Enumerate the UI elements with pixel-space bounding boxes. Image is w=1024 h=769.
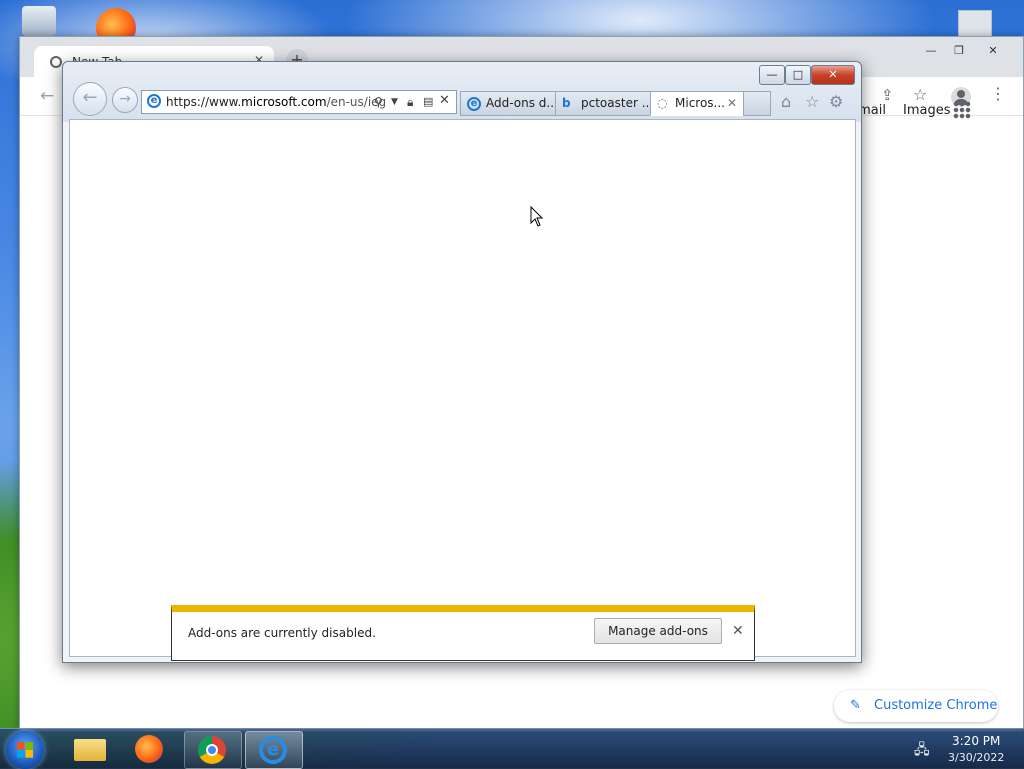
- ie-window: — □ ✕ ← → e https://www.microsoft.com/en…: [62, 61, 862, 663]
- network-icon[interactable]: 🖧︎: [914, 739, 930, 763]
- compatibility-view-icon[interactable]: ▤: [423, 95, 433, 108]
- folder-icon: [74, 739, 106, 761]
- images-link[interactable]: Images: [903, 103, 951, 118]
- notification-bar: Add-ons are currently disabled. Manage a…: [171, 605, 755, 661]
- stop-icon[interactable]: ✕: [439, 93, 450, 108]
- notification-close-icon[interactable]: ✕: [732, 623, 744, 639]
- profile-icon: [957, 90, 965, 98]
- chrome-close-button[interactable]: ✕: [982, 43, 1004, 59]
- home-icon[interactable]: ⌂: [781, 92, 791, 111]
- bookmark-star-icon[interactable]: ☆: [913, 85, 927, 104]
- search-icon[interactable]: ⚲: [374, 95, 383, 109]
- clock-date[interactable]: 3/30/2022: [948, 751, 1004, 764]
- customize-chrome-label: Customize Chrome: [874, 698, 998, 713]
- ie-forward-button[interactable]: →: [112, 87, 138, 113]
- ie-tab-close-icon[interactable]: ✕: [727, 92, 737, 115]
- address-url: https://www.microsoft.com/en-us/ieg: [166, 95, 386, 109]
- taskbar: e 🖧︎ 3:20 PM 3/30/2022: [0, 728, 1024, 769]
- ie-close-button[interactable]: ✕: [811, 65, 855, 85]
- bing-icon: b: [562, 96, 571, 110]
- loading-icon: ◌: [657, 96, 668, 110]
- ie-minimize-button[interactable]: —: [759, 65, 785, 85]
- taskbar-explorer[interactable]: [62, 731, 118, 767]
- dropdown-icon[interactable]: ▼: [391, 97, 398, 107]
- start-button[interactable]: [6, 731, 44, 769]
- chrome-icon: [198, 736, 226, 764]
- ie-tab-label: Add-ons d...: [486, 96, 556, 110]
- internet-explorer-icon: e: [259, 736, 287, 764]
- manage-addons-button[interactable]: Manage add-ons: [594, 618, 722, 644]
- address-scheme: https://www.: [166, 95, 242, 109]
- pencil-icon: ✎: [850, 698, 861, 713]
- notification-message: Add-ons are currently disabled.: [188, 626, 376, 640]
- ie-tab-label: Micros...: [675, 96, 725, 110]
- chrome-maximize-button[interactable]: ❐: [948, 43, 970, 59]
- ie-tab-label: pctoaster ...: [581, 96, 651, 110]
- ie-page-icon: e: [147, 94, 161, 108]
- chrome-tab-favicon: [50, 56, 62, 68]
- taskbar-internet-explorer[interactable]: e: [245, 731, 303, 769]
- ie-new-tab-button[interactable]: [743, 91, 771, 116]
- back-arrow-icon[interactable]: ←: [40, 86, 54, 106]
- address-domain: microsoft.com: [241, 95, 327, 109]
- firefox-icon: [135, 735, 163, 763]
- google-apps-icon[interactable]: [953, 101, 971, 119]
- ie-maximize-button[interactable]: □: [785, 65, 811, 85]
- share-icon[interactable]: ⇪: [881, 86, 894, 104]
- chrome-menu-icon[interactable]: ⋮: [990, 84, 1006, 103]
- ie-icon: e: [467, 97, 481, 111]
- lock-icon[interactable]: 🔒︎: [407, 95, 413, 110]
- mouse-cursor: [530, 206, 544, 227]
- taskbar-firefox[interactable]: [122, 731, 178, 767]
- recycle-bin-icon[interactable]: [22, 6, 56, 36]
- customize-chrome-button[interactable]: ✎ Customize Chrome: [834, 690, 998, 722]
- windows-logo-icon: [17, 742, 33, 758]
- chrome-icon-center: [206, 744, 218, 756]
- ie-tab-microsoft[interactable]: ◌ Micros... ✕: [650, 91, 744, 116]
- ie-tab-addons[interactable]: e Add-ons d...: [460, 91, 556, 116]
- favorites-star-icon[interactable]: ☆: [805, 92, 819, 111]
- ie-back-button[interactable]: ←: [73, 82, 107, 116]
- ie-address-bar[interactable]: e https://www.microsoft.com/en-us/ieg ⚲ …: [141, 90, 457, 114]
- ie-page-content[interactable]: [69, 119, 856, 657]
- ie-tab-pctoaster[interactable]: b pctoaster ...: [555, 91, 651, 116]
- tools-gear-icon[interactable]: ⚙: [829, 92, 843, 111]
- chrome-minimize-button[interactable]: —: [920, 43, 942, 59]
- taskbar-chrome[interactable]: [184, 731, 242, 769]
- clock-time[interactable]: 3:20 PM: [952, 734, 1000, 748]
